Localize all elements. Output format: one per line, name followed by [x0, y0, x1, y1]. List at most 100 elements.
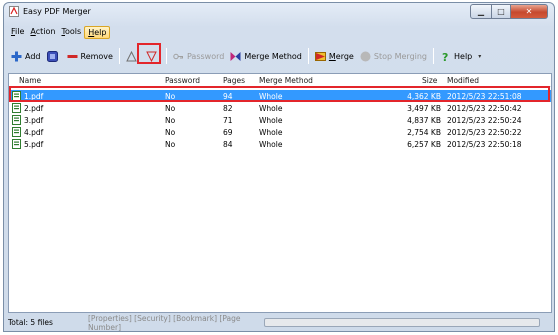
cell-name: 1.pdf	[24, 92, 44, 101]
cell-merge-method: Whole	[259, 104, 283, 113]
move-down-button[interactable]	[143, 46, 163, 66]
menu-action-rest: ction	[35, 26, 56, 36]
pdf-app-icon	[9, 6, 19, 17]
triangle-up-icon	[126, 50, 137, 61]
window-controls: ▁ □ ✕	[470, 4, 548, 19]
cell-size: 4,362 KB	[407, 92, 441, 101]
table-row[interactable]: 1.pdf No 94 Whole 4,362 KB 2012/5/23 22:51:08	[9, 90, 551, 102]
help-button[interactable]: ? Help	[437, 46, 475, 66]
list-header: Name Password Pages Merge Method Size Mo…	[9, 74, 551, 87]
square-icon	[46, 50, 58, 62]
cell-password: No	[165, 116, 176, 125]
merge-button[interactable]: Merge	[312, 46, 357, 66]
cell-name: 3.pdf	[24, 116, 44, 125]
toolbar-separator	[433, 48, 435, 64]
col-header-merge-method[interactable]: Merge Method	[259, 76, 313, 85]
cell-merge-method: Whole	[259, 92, 283, 101]
pdf-file-icon	[12, 127, 21, 137]
title-bar: Easy PDF Merger ▁ □ ✕	[4, 3, 554, 21]
col-header-pages[interactable]: Pages	[223, 76, 245, 85]
minus-icon	[67, 54, 77, 58]
remove-button[interactable]: Remove	[64, 46, 116, 66]
help-label: Help	[454, 51, 473, 61]
cell-password: No	[165, 140, 176, 149]
menu-bar: File Action Tools Help	[8, 25, 111, 39]
table-row[interactable]: 3.pdf No 71 Whole 4,837 KB 2012/5/23 22:50:24	[9, 114, 551, 126]
col-header-modified[interactable]: Modified	[447, 76, 479, 85]
question-icon: ?	[442, 51, 448, 62]
toolbar: Add Remove Password Merge Method Merge S…	[8, 45, 484, 67]
cell-name: 5.pdf	[24, 140, 44, 149]
add-label: Add	[25, 51, 41, 61]
merge-icon	[314, 51, 326, 61]
status-bar: Total: 5 files [Properties] [Security] […	[8, 314, 552, 332]
stop-merging-button[interactable]: Stop Merging	[357, 46, 430, 66]
merge-label: Merge	[328, 51, 354, 61]
close-button[interactable]: ✕	[510, 4, 548, 19]
col-header-size[interactable]: Size	[422, 76, 437, 85]
menu-tools[interactable]: Tools	[58, 26, 84, 39]
cell-size: 6,257 KB	[407, 140, 441, 149]
toolbar-separator	[118, 48, 120, 64]
minimize-icon: ▁	[477, 7, 485, 16]
cell-password: No	[165, 128, 176, 137]
toolbar-separator	[165, 48, 167, 64]
key-icon	[173, 53, 183, 59]
cell-password: No	[165, 92, 176, 101]
cell-modified: 2012/5/23 22:50:18	[447, 140, 522, 149]
cell-name: 4.pdf	[24, 128, 44, 137]
maximize-icon: □	[497, 7, 505, 16]
plus-icon	[11, 51, 22, 61]
col-header-password[interactable]: Password	[165, 76, 200, 85]
maximize-button[interactable]: □	[491, 4, 511, 19]
cell-pages: 94	[223, 92, 233, 101]
minimize-button[interactable]: ▁	[470, 4, 492, 19]
toolbar-overflow-button[interactable]: ▾	[475, 46, 484, 66]
window-title: Easy PDF Merger	[23, 7, 91, 16]
menu-help-rest: elp	[94, 27, 107, 37]
table-row[interactable]: 2.pdf No 82 Whole 3,497 KB 2012/5/23 22:50:42	[9, 102, 551, 114]
cell-pages: 71	[223, 116, 233, 125]
menu-action[interactable]: Action	[27, 26, 58, 39]
cell-modified: 2012/5/23 22:50:24	[447, 116, 522, 125]
cell-pages: 82	[223, 104, 233, 113]
move-up-button[interactable]	[123, 46, 143, 66]
cell-merge-method: Whole	[259, 128, 283, 137]
menu-file[interactable]: File	[8, 26, 27, 39]
menu-help[interactable]: Help	[84, 25, 111, 39]
password-button[interactable]: Password	[170, 46, 227, 66]
password-label: Password	[186, 51, 225, 61]
cell-modified: 2012/5/23 22:51:08	[447, 92, 522, 101]
col-header-name[interactable]: Name	[19, 76, 41, 85]
file-rows: 1.pdf No 94 Whole 4,362 KB 2012/5/23 22:51:08…	[9, 90, 551, 150]
cell-size: 2,754 KB	[407, 128, 441, 137]
pdf-file-icon	[12, 91, 21, 101]
stop-circle-icon	[360, 51, 371, 61]
remove-label: Remove	[80, 51, 113, 61]
toolbar-separator	[307, 48, 309, 64]
menu-tools-rest: ools	[65, 26, 82, 36]
triangle-down-icon	[146, 51, 157, 62]
table-row[interactable]: 5.pdf No 84 Whole 6,257 KB 2012/5/23 22:50:18	[9, 138, 551, 150]
close-icon: ✕	[525, 7, 533, 16]
status-links[interactable]: [Properties] [Security] [Bookmark] [Page…	[88, 314, 264, 332]
merge-method-label: Merge Method	[244, 51, 302, 61]
cell-pages: 69	[223, 128, 233, 137]
merge-method-button[interactable]: Merge Method	[227, 46, 305, 66]
stop-merging-label: Stop Merging	[373, 51, 428, 61]
app-window: Easy PDF Merger ▁ □ ✕ File Action Tools …	[3, 2, 555, 332]
table-row[interactable]: 4.pdf No 69 Whole 2,754 KB 2012/5/23 22:50:22	[9, 126, 551, 138]
cell-modified: 2012/5/23 22:50:42	[447, 104, 522, 113]
pdf-file-icon	[12, 103, 21, 113]
cell-pages: 84	[223, 140, 233, 149]
file-list[interactable]: Name Password Pages Merge Method Size Mo…	[8, 73, 552, 313]
pdf-file-icon	[12, 139, 21, 149]
merge-method-icon	[230, 51, 241, 61]
stop-square-button[interactable]	[44, 46, 64, 66]
cell-password: No	[165, 104, 176, 113]
cell-size: 4,837 KB	[407, 116, 441, 125]
add-button[interactable]: Add	[8, 46, 44, 66]
svg-text:?: ?	[442, 51, 448, 62]
pdf-file-icon	[12, 115, 21, 125]
cell-merge-method: Whole	[259, 116, 283, 125]
